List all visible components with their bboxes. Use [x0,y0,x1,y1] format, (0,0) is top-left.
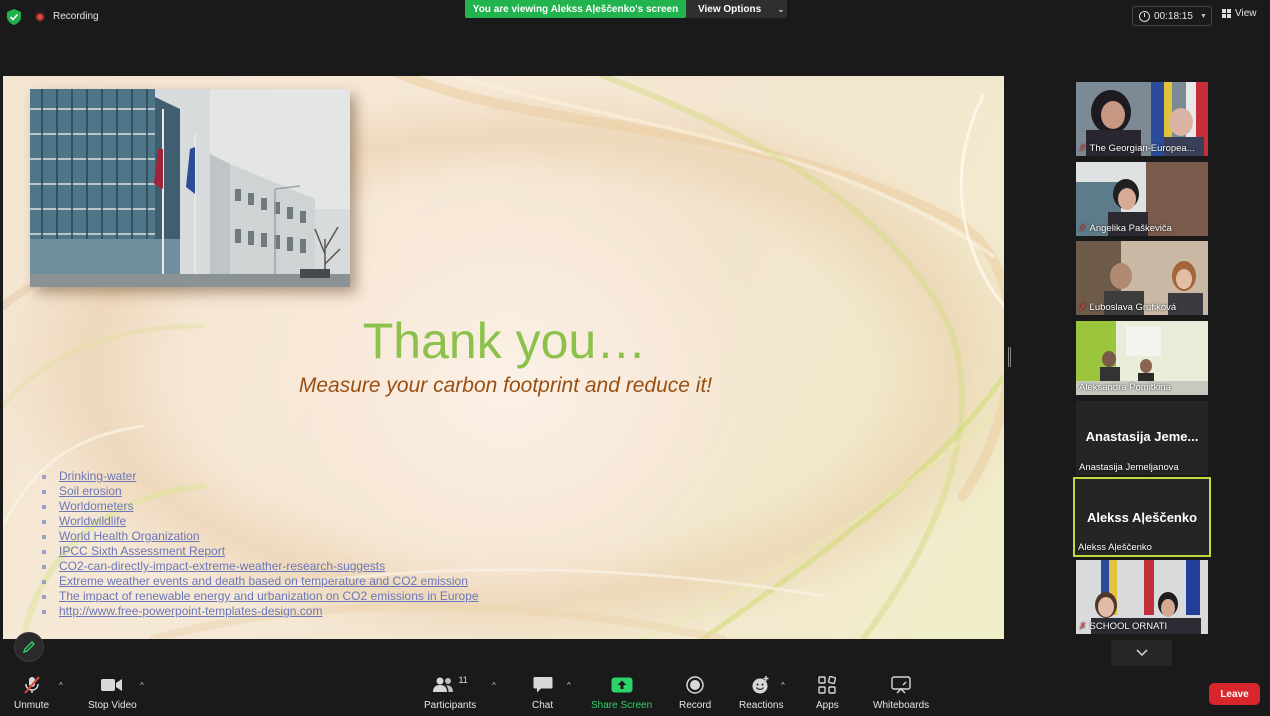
chevron-down-icon: ▼ [1199,12,1207,20]
annotate-button[interactable] [14,632,44,662]
participant-tile-active-speaker[interactable]: Alekss Aļeščenko Alekss Aļeščenko [1073,477,1211,557]
zoom-window: Recording You are viewing Alekss Aļeščen… [0,0,1270,716]
participant-tile[interactable]: Aleksandra Pomitkina [1076,321,1208,395]
participant-name: ✗ Ľuboslava Grufiková [1079,302,1177,313]
reference-link[interactable]: Worldwildlife [41,514,479,529]
reference-list: Drinking-water Soil erosion Worldometers… [41,469,479,619]
reference-link[interactable]: CO2-can-directly-impact-extreme-weather-… [41,559,479,574]
slide-title: Thank you… [362,313,647,369]
stop-video-button[interactable]: Stop Video [88,675,137,711]
apps-button[interactable]: Apps [816,675,839,711]
chevron-up-icon[interactable]: ^ [567,681,571,690]
viewing-banner: You are viewing Alekss Aļeščenko's scree… [465,0,686,18]
view-button[interactable]: View [1222,8,1257,19]
reference-link[interactable]: Drinking-water [41,469,479,484]
participants-icon [433,677,454,692]
reference-link[interactable]: http://www.free-powerpoint-templates-des… [41,604,479,619]
participant-name: ✗ Angelika Paškeviča [1079,223,1172,234]
participants-button[interactable]: 11 Participants [424,675,476,711]
shared-screen: Thank you… Measure your carbon footprint… [3,76,1004,639]
participant-display-name: Anastasija Jeme... [1085,429,1199,444]
muted-mic-icon: ✗ [1079,621,1087,631]
view-options-button[interactable]: View Options ⌄ [686,0,787,18]
stop-video-label: Stop Video [88,700,137,711]
whiteboard-icon [891,676,911,694]
building-photo [30,89,350,287]
muted-mic-icon: ✗ [1079,302,1087,312]
reactions-label: Reactions [739,700,784,711]
whiteboards-label: Whiteboards [873,700,930,711]
chevron-up-icon[interactable]: ^ [781,681,785,690]
view-label: View [1235,8,1257,19]
participant-tile[interactable]: ✗ Angelika Paškeviča [1076,162,1208,236]
chevron-down-icon: ⌄ [777,3,785,14]
participant-display-name: Alekss Aļeščenko [1086,510,1198,525]
resize-handle[interactable] [1008,347,1011,367]
record-label: Record [679,700,712,711]
chat-icon [533,677,553,693]
share-screen-button[interactable]: Share Screen [591,675,652,711]
leave-button[interactable]: Leave [1209,683,1260,705]
view-options-label: View Options [698,3,762,15]
video-camera-icon [101,679,123,691]
participant-tile[interactable]: ✗ Ľuboslava Grufiková [1076,241,1208,315]
participant-tile[interactable]: ✗ The Georgian-Europea... [1076,82,1208,156]
chevron-up-icon[interactable]: ^ [492,681,496,690]
reference-link[interactable]: World Health Organization [41,529,479,544]
grid-icon [1222,9,1231,18]
share-screen-icon [611,677,633,693]
reference-link[interactable]: Extreme weather events and death based o… [41,574,479,589]
participant-name: ✗ The Georgian-Europea... [1079,143,1195,154]
share-screen-label: Share Screen [591,700,653,711]
apps-label: Apps [816,700,839,711]
participant-tile[interactable]: ✗ SCHOOL ORNATI [1076,560,1208,634]
participant-name: Alekss Aļeščenko [1078,542,1152,553]
gallery-scroll-down-button[interactable] [1111,640,1172,666]
participant-name: Anastasija Jemeljanova [1079,462,1179,473]
unmute-button[interactable]: Unmute [14,675,49,711]
muted-mic-icon [23,676,40,694]
unmute-label: Unmute [14,700,50,711]
apps-icon [818,676,837,694]
pen-icon [22,641,35,654]
chevron-up-icon[interactable]: ^ [59,681,63,690]
recording-icon [35,12,45,22]
participant-tile[interactable]: Anastasija Jeme... Anastasija Jemeljanov… [1076,401,1208,475]
muted-mic-icon: ✗ [1079,143,1087,153]
top-bar: Recording You are viewing Alekss Aļeščen… [0,0,1270,34]
reference-link[interactable]: Soil erosion [41,484,479,499]
clock-icon [1139,10,1150,22]
whiteboards-button[interactable]: Whiteboards [873,675,929,711]
record-icon [686,676,704,694]
chevron-down-icon [1135,649,1148,657]
chat-button[interactable]: Chat [532,675,553,711]
reference-link[interactable]: The impact of renewable energy and urban… [41,589,479,604]
reactions-button[interactable]: Reactions [739,675,783,711]
chevron-up-icon[interactable]: ^ [140,681,144,690]
meeting-timer[interactable]: 00:18:15 ▼ [1132,6,1212,26]
timer-value: 00:18:15 [1154,10,1193,22]
meeting-toolbar: Unmute ^ Stop Video ^ 11 Participants ^ … [0,669,1270,716]
participant-name: ✗ SCHOOL ORNATI [1079,621,1168,632]
participant-name: Aleksandra Pomitkina [1079,382,1171,393]
recording-label: Recording [53,11,99,22]
record-button[interactable]: Record [679,675,711,711]
shield-icon[interactable] [7,9,21,25]
smiley-icon [752,676,769,694]
participants-label: Participants [424,700,477,711]
reference-link[interactable]: IPCC Sixth Assessment Report [41,544,479,559]
muted-mic-icon: ✗ [1079,223,1087,233]
chat-label: Chat [532,700,554,711]
reference-link[interactable]: Worldometers [41,499,479,514]
participants-count: 11 [458,675,468,685]
slide-subtitle: Measure your carbon footprint and reduce… [298,374,713,397]
